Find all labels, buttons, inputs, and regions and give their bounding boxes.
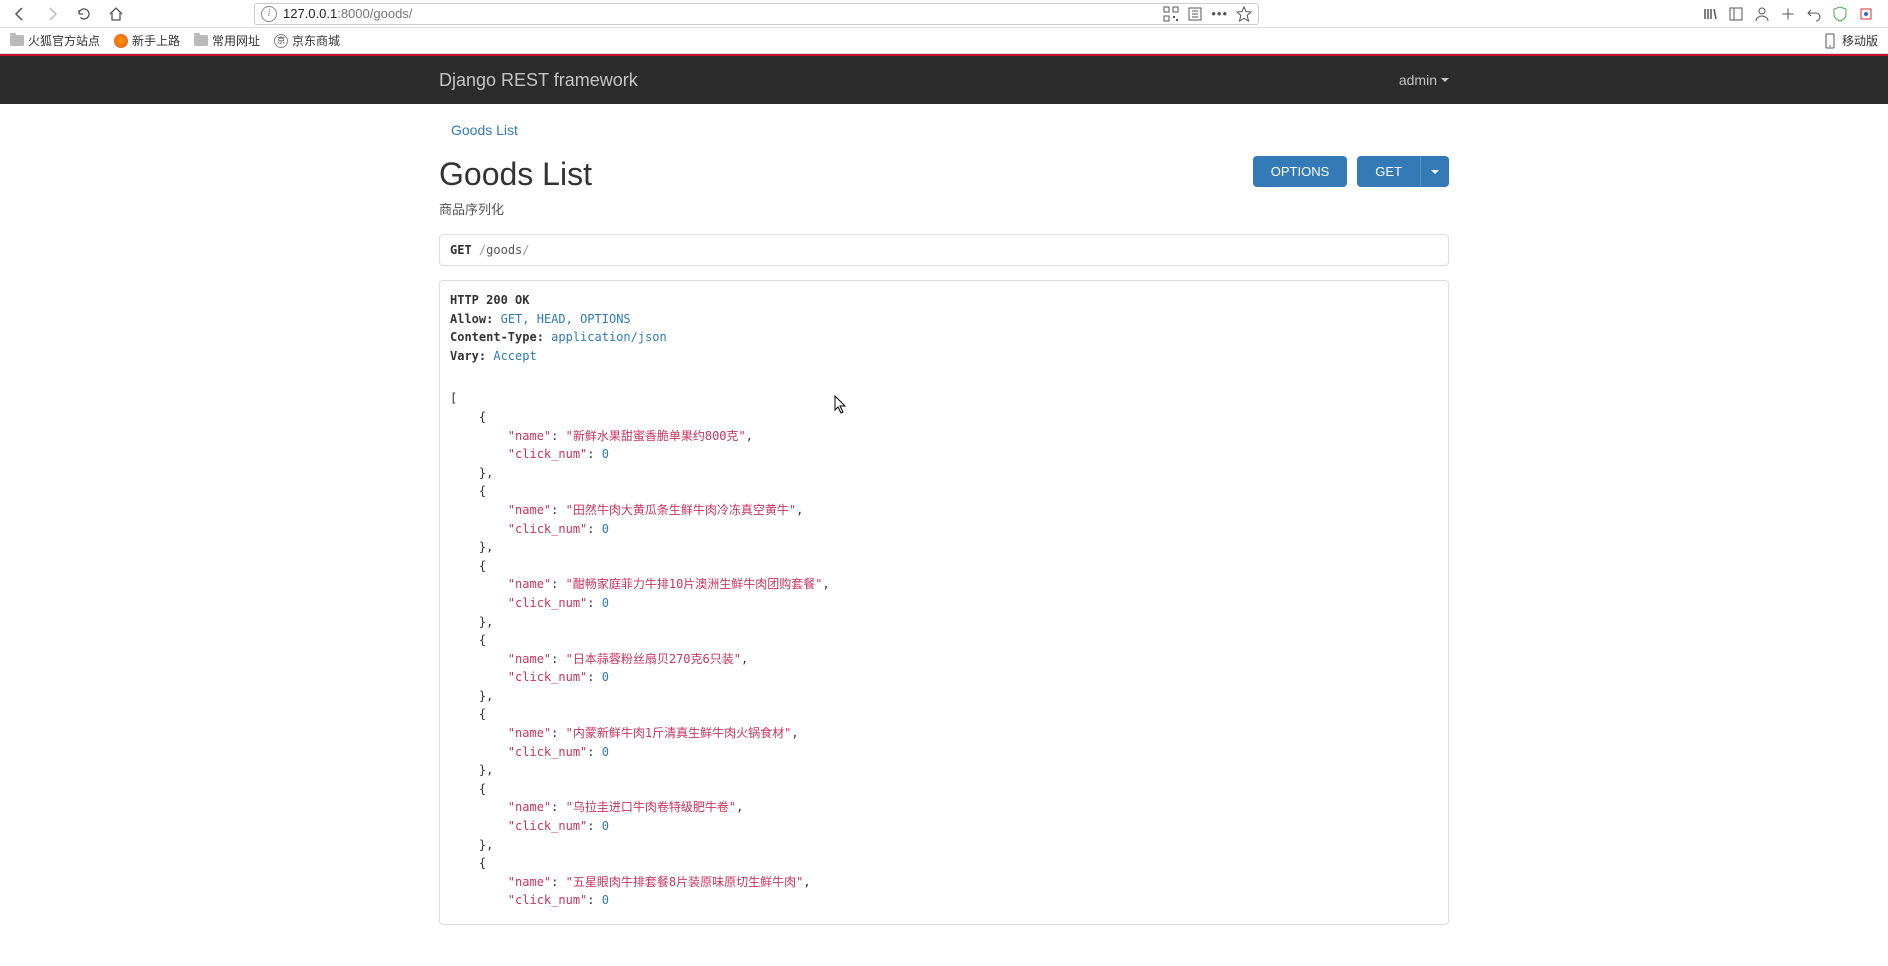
caret-down-icon: [1431, 170, 1439, 174]
shield-icon[interactable]: [1832, 6, 1848, 22]
main-content: Goods List Goods List OPTIONS GET 商品序列化 …: [439, 104, 1449, 925]
bookmark-common-sites[interactable]: 常用网址: [194, 32, 260, 49]
bookmarks-bar: 火狐官方站点 新手上路 常用网址 京 京东商城 移动版: [0, 28, 1888, 54]
bookmark-jd[interactable]: 京 京东商城: [274, 32, 340, 49]
bookmark-label: 火狐官方站点: [28, 32, 100, 49]
sidebar-icon[interactable]: [1728, 6, 1744, 22]
bookmark-newbie[interactable]: 新手上路: [114, 32, 180, 49]
url-text: 127.0.0.1:8000/goods/: [283, 6, 412, 21]
bookmark-label: 京东商城: [292, 32, 340, 49]
firefox-icon: [114, 34, 128, 48]
bookmark-firefox-official[interactable]: 火狐官方站点: [10, 32, 100, 49]
forward-button[interactable]: [38, 2, 66, 26]
mobile-label[interactable]: 移动版: [1842, 32, 1878, 49]
bookmark-star-icon[interactable]: [1236, 6, 1252, 22]
bookmark-label: 常用网址: [212, 32, 260, 49]
get-button-group: GET: [1357, 156, 1449, 187]
browser-toolbar: i 127.0.0.1:8000/goods/ •••: [0, 0, 1888, 28]
undo-icon[interactable]: [1806, 6, 1822, 22]
response-header: Allow: GET, HEAD, OPTIONS: [450, 310, 1438, 329]
qr-icon[interactable]: [1163, 6, 1179, 22]
response-json: [ { "name": "新鲜水果甜蜜香脆单果约800克", "click_nu…: [450, 389, 1438, 910]
jd-icon: 京: [274, 34, 288, 48]
page-title: Goods List: [439, 156, 592, 193]
folder-icon: [194, 35, 208, 46]
caret-down-icon: [1441, 78, 1449, 82]
breadcrumb[interactable]: Goods List: [439, 122, 1449, 138]
get-dropdown-button[interactable]: [1420, 156, 1449, 187]
get-button[interactable]: GET: [1357, 156, 1420, 187]
reload-button[interactable]: [70, 2, 98, 26]
reader-icon[interactable]: [1187, 6, 1203, 22]
drf-header: Django REST framework admin: [0, 56, 1888, 104]
response-header: Content-Type: application/json: [450, 328, 1438, 347]
account-icon[interactable]: [1754, 6, 1770, 22]
sync-icon[interactable]: [1780, 6, 1796, 22]
site-info-icon[interactable]: i: [261, 6, 277, 22]
library-icon[interactable]: [1702, 6, 1718, 22]
bookmark-label: 新手上路: [132, 32, 180, 49]
response-header: Vary: Accept: [450, 347, 1438, 366]
folder-icon: [10, 35, 24, 46]
page-subtitle: 商品序列化: [439, 199, 1449, 218]
home-button[interactable]: [102, 2, 130, 26]
options-button[interactable]: OPTIONS: [1253, 156, 1348, 187]
extension-icon[interactable]: [1858, 6, 1874, 22]
request-method: GET: [450, 243, 472, 257]
brand-link[interactable]: Django REST framework: [439, 70, 638, 91]
request-path: goods: [486, 243, 522, 257]
user-menu[interactable]: admin: [1399, 72, 1449, 88]
request-box: GET /goods/: [439, 234, 1449, 266]
mobile-icon[interactable]: [1822, 33, 1838, 49]
back-button[interactable]: [6, 2, 34, 26]
response-status: HTTP 200 OK: [450, 293, 529, 307]
url-bar[interactable]: i 127.0.0.1:8000/goods/ •••: [254, 3, 1259, 25]
user-name: admin: [1399, 72, 1437, 88]
menu-dots-icon[interactable]: •••: [1211, 6, 1228, 21]
response-box: HTTP 200 OK Allow: GET, HEAD, OPTIONSCon…: [439, 280, 1449, 925]
